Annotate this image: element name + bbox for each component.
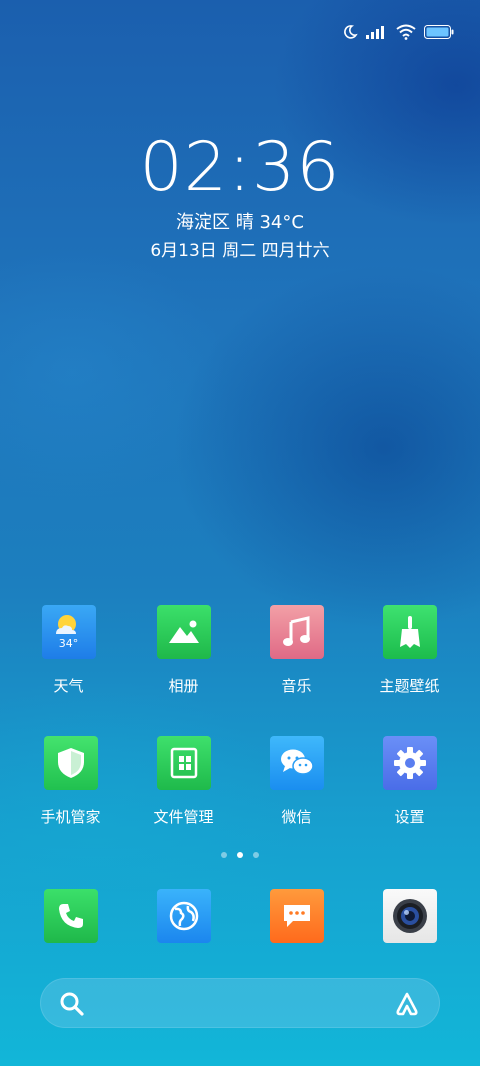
app-label-weather: 天气 [53, 677, 84, 695]
app-settings[interactable]: 设置 [353, 736, 466, 827]
clock-time[interactable]: 02:36 [0, 128, 480, 207]
app-label-themes: 主题壁纸 [379, 677, 440, 695]
chat-bubbles-icon [280, 749, 314, 775]
app-wechat[interactable]: 微信 [240, 736, 353, 827]
shield-shape-icon [57, 748, 84, 778]
date-text: 6月13日 周二 四月廿六 [150, 241, 330, 261]
paint-brush-icon [399, 616, 420, 648]
signal-icon [366, 26, 384, 39]
handset-icon [58, 904, 83, 928]
assistant-icon[interactable] [393, 991, 421, 1017]
app-label-wechat: 微信 [281, 808, 312, 826]
weather-summary[interactable]: 海淀区 晴 34°C [0, 208, 480, 234]
brush-icon [382, 605, 437, 659]
file-manager-icon [170, 747, 197, 779]
gear-icon [382, 736, 437, 790]
music-icon [269, 605, 324, 659]
weather-icon-temp: 34° [58, 637, 79, 650]
wechat-icon [269, 736, 324, 790]
dock-phone[interactable] [14, 889, 127, 943]
status-bar [342, 18, 454, 46]
weather-icon: 34° [41, 605, 96, 659]
page-dot[interactable] [221, 852, 227, 858]
app-weather[interactable]: 34° 天气 [12, 605, 125, 696]
globe-icon [169, 901, 198, 931]
app-label-files: 文件管理 [153, 808, 214, 826]
messages-icon [269, 889, 324, 943]
dock-browser[interactable] [127, 889, 240, 943]
dock-camera[interactable] [353, 889, 466, 943]
app-label-settings: 设置 [394, 808, 425, 826]
gallery-icon [156, 605, 211, 659]
dock-messages[interactable] [240, 889, 353, 943]
music-note-icon [282, 616, 310, 646]
page-indicator[interactable] [0, 852, 480, 858]
app-label-music: 音乐 [281, 677, 312, 695]
settings-gear-icon [393, 747, 426, 779]
battery-icon [424, 25, 454, 39]
moon-icon [344, 25, 358, 39]
app-themes[interactable]: 主题壁纸 [353, 605, 466, 696]
browser-icon [156, 889, 211, 943]
camera-lens-icon [392, 899, 427, 933]
app-gallery[interactable]: 相册 [127, 605, 240, 696]
shield-icon [43, 736, 98, 790]
home-screen: 02:36 海淀区 晴 34°C 6月13日 周二 四月廿六 34° 天气 相册 [0, 0, 480, 1066]
app-music[interactable]: 音乐 [240, 605, 353, 696]
page-dot[interactable] [253, 852, 259, 858]
wifi-icon [396, 24, 416, 40]
app-label-gallery: 相册 [168, 677, 199, 695]
message-bubble-icon [283, 905, 310, 927]
mountain-icon [168, 620, 199, 643]
app-security[interactable]: 手机管家 [14, 736, 127, 827]
search-bar[interactable] [40, 978, 440, 1028]
app-files[interactable]: 文件管理 [127, 736, 240, 827]
page-dot-active[interactable] [237, 852, 243, 858]
phone-icon [43, 889, 98, 943]
app-label-security: 手机管家 [40, 808, 101, 826]
camera-icon [382, 889, 437, 943]
sun-cloud-icon [55, 615, 76, 634]
search-icon[interactable] [59, 991, 85, 1017]
folder-icon [156, 736, 211, 790]
